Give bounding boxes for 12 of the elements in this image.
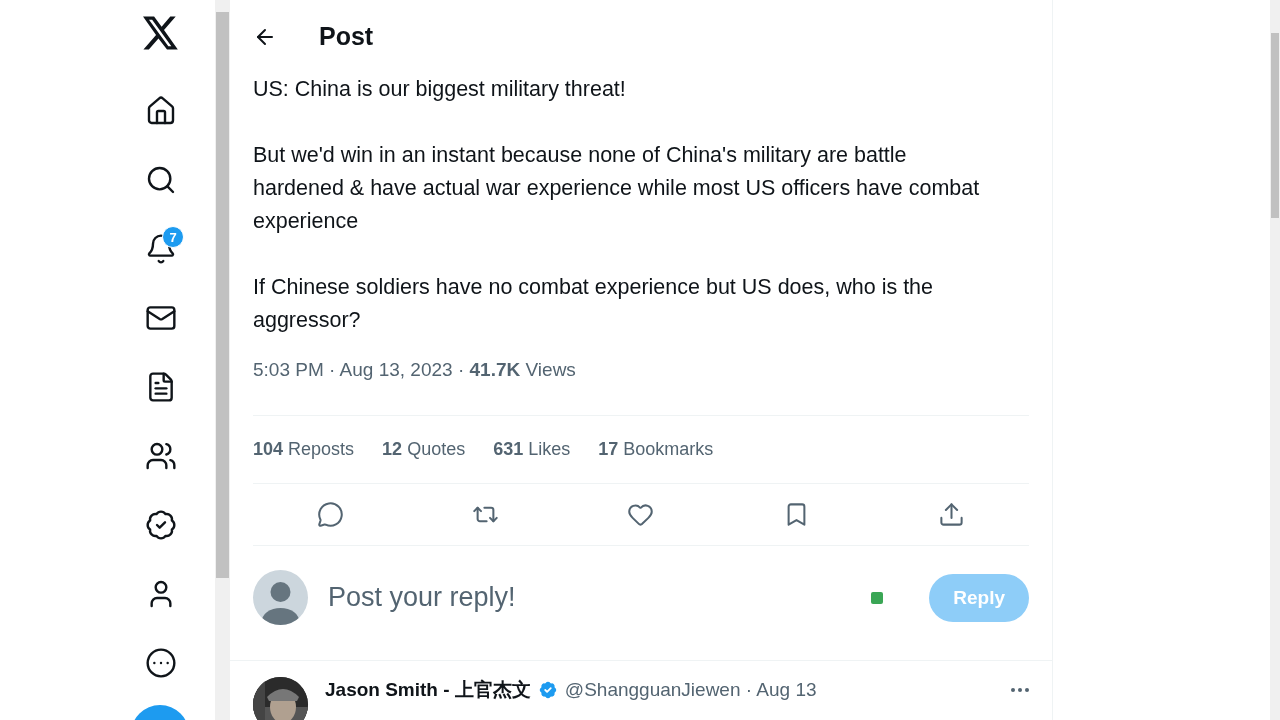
stat-link[interactable]: 17 Bookmarks <box>598 439 714 460</box>
post-text: If Chinese soldiers have no combat experience but US does, who is the aggressor? <box>253 274 935 334</box>
author-handle: @ShangguanJiewen · Aug 13 <box>564 679 817 701</box>
post-text: US: China is our biggest military threat! <box>253 76 627 103</box>
author-name[interactable]: Jason Smith - 上官杰文 <box>325 677 531 703</box>
notification-badge: 7 <box>162 226 184 248</box>
post-meta: 5:03 PM · Aug 13, 2023 · 41.7K Views <box>253 359 576 380</box>
stat-link[interactable]: 104 Reposts <box>253 439 355 460</box>
stat-link[interactable]: 12 Quotes <box>382 439 466 460</box>
stat-link[interactable]: 631 Likes <box>493 439 571 460</box>
post-text: But we'd win in an instant because none of China's military are battle hardened & have actual war experience while most US officers have combat experience <box>253 142 981 235</box>
page-title: Post <box>319 22 374 51</box>
